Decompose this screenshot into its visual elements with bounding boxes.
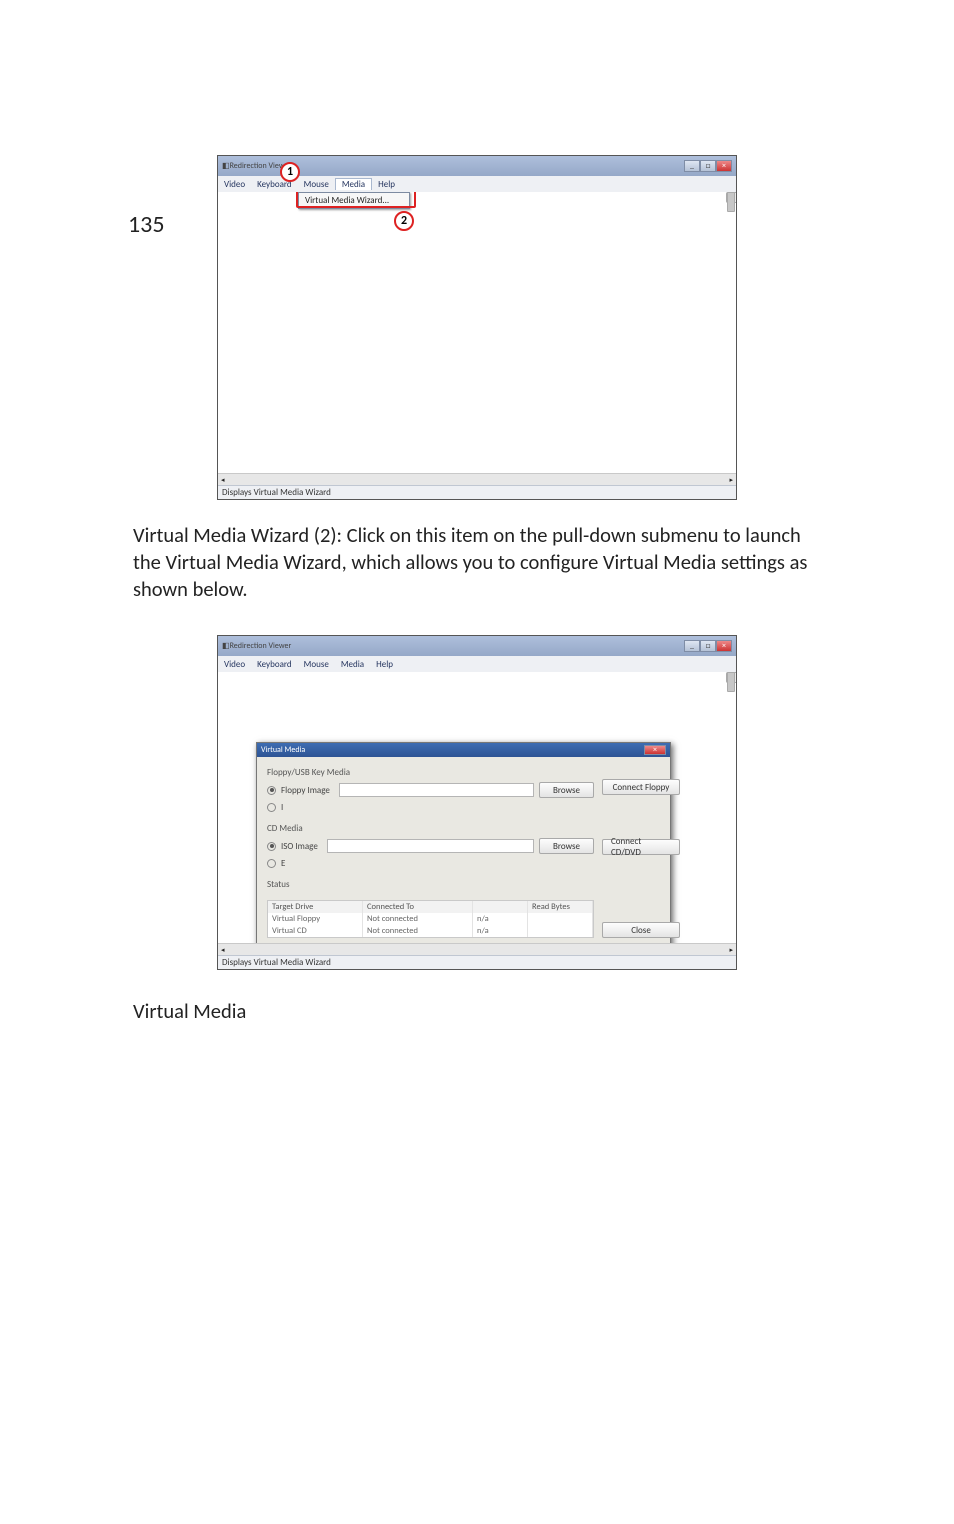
radio-cd-drive-label: E xyxy=(281,858,285,869)
menu-media[interactable]: Media xyxy=(335,178,372,190)
radio-floppy-image[interactable] xyxy=(267,786,276,795)
radio-floppy-drive-label: I xyxy=(281,802,283,813)
menu-video[interactable]: Video xyxy=(218,179,251,190)
close-wizard-button[interactable]: Close xyxy=(602,922,680,938)
window-title: Redirection Viewer xyxy=(230,641,292,651)
iso-image-path-input[interactable] xyxy=(327,839,534,853)
radio-iso-image[interactable] xyxy=(267,842,276,851)
dialog-close-button[interactable]: × xyxy=(644,745,666,755)
figure-2: ◧ Redirection Viewer _ □ × Video Keyboar… xyxy=(217,635,737,970)
table-row: Virtual CD Not connected n/a xyxy=(268,925,593,937)
dialog-title: Virtual Media xyxy=(261,745,305,755)
scrollbar-horizontal[interactable]: ◂ ▸ xyxy=(218,473,736,485)
menu-mouse[interactable]: Mouse xyxy=(298,179,335,190)
body-paragraph: Virtual Media Wizard (2): Click on this … xyxy=(133,522,821,603)
scroll-thumb[interactable] xyxy=(727,192,735,212)
floppy-group-label: Floppy/USB Key Media xyxy=(267,767,594,778)
col-connected-to: Connected To xyxy=(363,901,473,913)
status-table: Target Drive Connected To Read Bytes Vir… xyxy=(267,900,594,938)
callout-1: 1 xyxy=(280,162,300,182)
connect-cd-button[interactable]: Connect CD/DVD xyxy=(602,839,680,855)
col-blank xyxy=(473,901,528,913)
page-number: 135 xyxy=(128,210,165,239)
minimize-button[interactable]: _ xyxy=(684,160,700,172)
logon-prompt: Press CTRL + ALT + DELETE to log on xyxy=(218,302,736,316)
scroll-left-button[interactable]: ◂ xyxy=(218,945,228,954)
menu-video[interactable]: Video xyxy=(218,659,251,670)
menu-help[interactable]: Help xyxy=(372,179,401,190)
col-target-drive: Target Drive xyxy=(268,901,363,913)
radio-iso-image-label: ISO Image xyxy=(281,841,318,852)
menu-mouse[interactable]: Mouse xyxy=(298,659,335,670)
connect-floppy-button[interactable]: Connect Floppy xyxy=(602,779,680,795)
radio-floppy-image-label: Floppy Image xyxy=(281,785,330,796)
figure-1: ◧ Redirection Viewer _ □ × Video Keyboar… xyxy=(217,155,737,500)
app-icon: ◧ xyxy=(222,641,230,651)
scroll-right-button[interactable]: ▸ xyxy=(726,945,736,954)
statusbar: Displays Virtual Media Wizard xyxy=(218,955,736,969)
scroll-left-button[interactable]: ◂ xyxy=(218,475,228,484)
app-icon: ◧ xyxy=(222,161,230,171)
scroll-thumb[interactable] xyxy=(727,672,735,692)
maximize-button[interactable]: □ xyxy=(700,160,716,172)
status-group-label: Status xyxy=(267,879,594,890)
radio-cd-drive[interactable] xyxy=(267,859,276,868)
callout-2: 2 xyxy=(394,211,414,231)
section-title: Virtual Media xyxy=(133,998,954,1024)
scroll-right-button[interactable]: ▸ xyxy=(726,475,736,484)
close-button[interactable]: × xyxy=(716,640,732,652)
menubar: Video Keyboard Mouse Media Help xyxy=(218,656,736,672)
cd-group-label: CD Media xyxy=(267,823,594,834)
virtual-media-dialog: Virtual Media × Floppy/USB Key Media Flo… xyxy=(256,742,671,943)
menu-keyboard[interactable]: Keyboard xyxy=(251,659,298,670)
browse-floppy-button[interactable]: Browse xyxy=(539,782,594,798)
annotation-rect-submenu xyxy=(296,192,416,208)
close-button[interactable]: × xyxy=(716,160,732,172)
statusbar: Displays Virtual Media Wizard xyxy=(218,485,736,499)
scrollbar-horizontal[interactable]: ◂ ▸ xyxy=(218,943,736,955)
browse-cd-button[interactable]: Browse xyxy=(539,838,594,854)
minimize-button[interactable]: _ xyxy=(684,640,700,652)
menu-help[interactable]: Help xyxy=(370,659,399,670)
maximize-button[interactable]: □ xyxy=(700,640,716,652)
cursor-icon xyxy=(491,194,504,210)
col-read-bytes: Read Bytes xyxy=(528,901,593,913)
table-row: Virtual Floppy Not connected n/a xyxy=(268,913,593,925)
window-titlebar: ◧ Redirection Viewer _ □ × xyxy=(218,636,736,656)
menu-media[interactable]: Media xyxy=(335,659,370,670)
cursor-icon xyxy=(310,672,323,687)
radio-floppy-drive[interactable] xyxy=(267,803,276,812)
floppy-image-path-input[interactable] xyxy=(339,783,534,797)
